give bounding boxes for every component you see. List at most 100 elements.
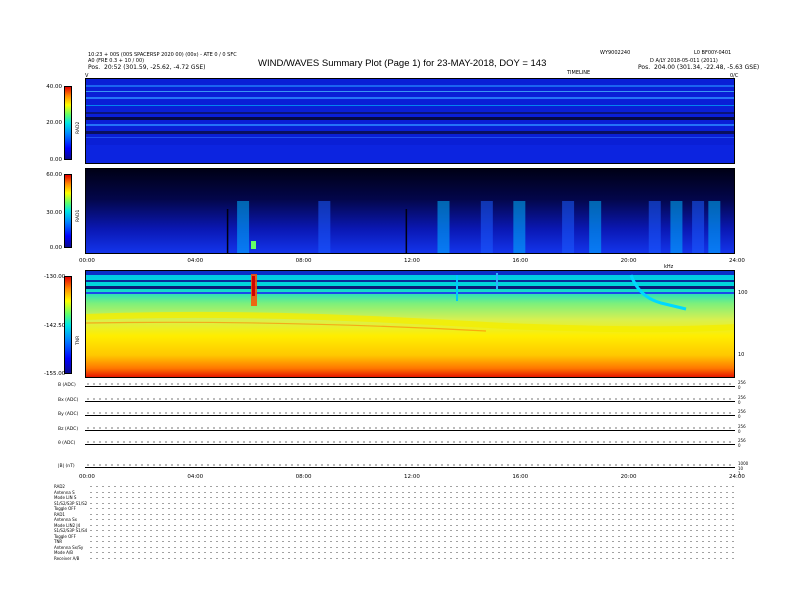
rad1-burst [513,201,526,253]
rad1-burst [589,201,602,253]
info-row-dots [88,556,738,560]
tnr-axis-label: TNR [76,335,81,345]
rad1-heatmap-svg [86,169,734,253]
trace-panel [85,424,735,438]
info-row-label: Mode LIN S [54,495,77,500]
rad1-x-tick: 00:00 [79,258,95,264]
rad1-burst [237,201,250,253]
trace-baseline [85,429,735,431]
rad1-burst [437,201,450,253]
info-row-dots [88,496,738,499]
rad1-cbar-tick-max: 60.00 [46,172,62,178]
info-row-dots [88,518,738,521]
info-row-label: Receiver A/B [54,555,80,561]
info-row-label: S1/S2/S3P S1/S4 [54,528,88,533]
info-row-dots [88,507,738,510]
header-left-pos-value: 20:52 (301.59, -25.62, -4.72 GSE) [104,64,206,71]
rad1-x-tick: 12:00 [404,258,420,264]
rad1-x-tick: 24:00 [729,258,745,264]
rad1-x-tick: 16:00 [512,258,529,264]
rad2-cbar-tick-min: 0.00 [49,157,62,163]
rad1-cbar-tick-mid: 30.00 [46,210,62,216]
trace-x-tick: 12:00 [404,474,420,480]
trace-label: By (ADC) [58,412,79,417]
trace-dots [85,396,735,400]
tnr-colorbar [64,276,72,374]
info-row-label: Mode LIN2 J4 [54,522,81,528]
trace-panel [85,409,735,423]
trace-dots [85,382,735,385]
info-row-label: Toggle OFF [54,533,76,539]
rad1-colorbar [64,174,72,248]
rad1-x-tick: 04:00 [187,258,204,264]
timeline-label: TIMELINE [567,70,591,76]
tnr-heatmap-svg [86,271,734,377]
header-right-code-2: L0 BF00Y-0401 [694,50,732,56]
page-title: WIND/WAVES Summary Plot (Page 1) for 23-… [258,58,547,69]
tnr-cbar-tick-min: -155.00 [44,371,66,377]
info-row-label: TNR [54,539,63,544]
trace-baseline [85,386,735,387]
rad1-burst [318,201,331,253]
trace-label: Bz (ADC) [58,426,79,432]
trace-baseline [85,400,735,402]
rad1-burst [562,201,575,253]
rad1-x-tick: 20:00 [620,258,637,264]
trace-dots [85,440,735,443]
tnr-right-axis-label: kHz [664,264,674,270]
info-row-label: RAD1 [54,511,65,517]
tnr-spectrogram [85,270,735,378]
trace-panel [85,395,735,409]
trace-x-tick: 00:00 [79,474,95,480]
tnr-cbar-tick-mid: -142.50 [44,323,66,329]
info-row-dots [88,540,738,543]
trace-x-tick: 04:00 [187,474,204,480]
trace-label: B (ADC) [58,383,76,388]
rad1-x-tick: 08:00 [295,258,312,264]
info-row-label: Mode A/B [54,550,73,555]
rad1-burst [692,201,705,253]
info-row-dots [88,512,738,516]
info-row-label: Toggle OFF [54,506,76,511]
trace-label: |B| (nT) [58,463,75,469]
trace-dots [85,425,735,429]
tnr-right-tick-100: 100 [738,290,748,296]
rad1-axis-label: RAD1 [76,209,81,222]
header-right-pos-value: 204.00 (301.34, -22.48, -5.63 GSE) [654,64,760,71]
trace-x-tick: 20:00 [620,474,637,480]
rad1-burst [648,201,661,253]
header-right-pos-label: Pos. [638,64,651,71]
trace-panel [85,438,735,452]
info-row-label: Antenna S [54,489,75,495]
rad1-burst [670,201,683,253]
rad1-burst [480,201,493,253]
rad1-spectrogram [85,168,735,254]
info-row-dots [88,534,738,538]
rad1-cbar-tick-min: 0.00 [49,245,62,251]
info-row-label: S1/S2/S3P S1/S2 [54,500,88,506]
info-row-label: RAD2 [54,484,65,489]
trace-right-tick: 0 [738,443,741,448]
trace-dots [85,411,735,414]
info-row-dots [88,490,738,494]
info-row-dots [88,523,738,527]
rad2-spectrogram [85,78,735,164]
tnr-cbar-tick-max: -130.00 [44,274,66,280]
info-row-label: Antenna Sx [54,517,77,522]
tnr-right-tick-10: 10 [738,352,745,358]
trace-baseline [85,444,735,445]
rad1-data-gap [226,209,229,253]
header-right-code-1: WY9002240 [600,50,631,56]
rad2-heatmap-svg [86,79,734,163]
info-row-dots [88,529,738,532]
rad1-data-gap [405,209,408,253]
rad1-event-spot [251,241,256,249]
header-left-pos-label: Pos. [88,64,101,71]
trace-right-tick: 0 [738,385,741,390]
trace-panel [85,461,735,475]
trace-dots [85,462,735,466]
rad2-cbar-tick-max: 40.00 [46,84,62,90]
info-row-dots [88,501,738,505]
trace-label: θ (ADC) [58,441,76,446]
trace-right-tick: 0 [738,399,741,405]
